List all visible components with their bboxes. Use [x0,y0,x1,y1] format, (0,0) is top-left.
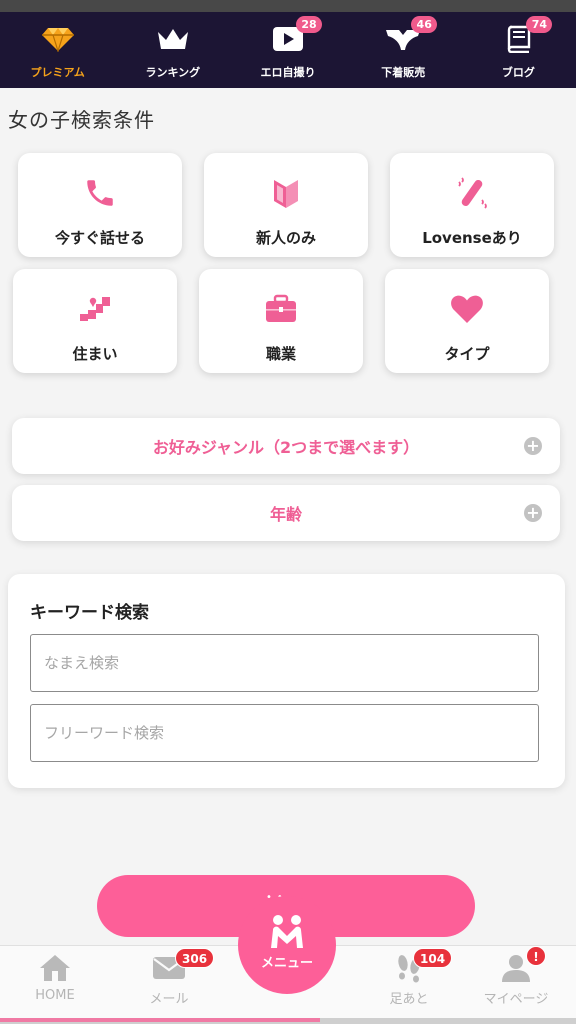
keyword-search-title: キーワード検索 [30,603,149,623]
condition-label: 新人のみ [255,229,316,247]
crown-icon [153,24,193,54]
home-icon [37,952,73,984]
nav-item-premium[interactable]: プレミアム [0,12,115,88]
underwear-icon: 46 [383,16,438,54]
condition-newcomer-button[interactable]: 新人のみ [204,153,368,257]
nav-label-selfie: エロ自撮り [260,66,316,79]
condition-label: タイプ [444,345,490,363]
briefcase-icon [261,291,301,327]
mypage-label: マイページ [483,992,549,1007]
home-label: HOME [35,988,75,1003]
status-bar [0,0,576,12]
condition-lovense-button[interactable]: Lovenseあり [390,153,554,257]
condition-label: 職業 [265,345,296,363]
search-conditions-title: 女の子検索条件 [8,108,155,132]
blog-badge: 74 [526,16,553,33]
japan-map-pin-icon [75,291,115,327]
mail-icon: 306 [151,948,215,984]
home-indicator [0,1018,576,1024]
nav-item-underwear[interactable]: 46 下着販売 [346,12,461,88]
mail-badge: 306 [175,948,215,968]
bottom-nav-mypage[interactable]: ! マイページ [466,946,566,1012]
play-video-icon: 28 [268,16,322,54]
top-nav: プレミアム ランキング 28 エロ自撮り 46 下着販売 74 ブログ [0,12,576,88]
condition-label: 今すぐ話せる [54,229,145,247]
genre-accordion-label: お好みジャンル（2つまで選べます） [152,438,420,457]
footprints-badge: 104 [413,948,453,968]
selfie-badge: 28 [296,16,322,33]
keyword-search-card: キーワード検索 [8,574,565,788]
book-icon: 74 [498,16,553,54]
condition-residence-button[interactable]: 住まい [13,269,177,373]
nav-item-selfie[interactable]: 28 エロ自撮り [230,12,345,88]
condition-label: Lovenseあり [422,229,522,247]
bottom-nav-footprints[interactable]: 104 足あと [359,948,459,1012]
vibrator-icon [452,175,492,211]
nav-label-underwear: 下着販売 [381,66,426,79]
condition-occupation-button[interactable]: 職業 [199,269,363,373]
mypage-alert-badge: ! [526,946,546,966]
diamond-icon [38,24,78,54]
phone-icon [80,175,120,211]
condition-label: 住まい [72,345,118,363]
nav-item-blog[interactable]: 74 ブログ [461,12,576,88]
people-menu-icon [267,914,307,950]
condition-type-button[interactable]: タイプ [385,269,549,373]
name-search-input[interactable] [30,634,539,692]
nav-label-blog: ブログ [501,66,535,79]
age-accordion[interactable]: 年齢 + [12,485,560,541]
mail-label: メール [149,992,189,1007]
nav-item-ranking[interactable]: ランキング [115,12,230,88]
footprints-icon: 104 [391,948,453,984]
condition-talk-now-button[interactable]: 今すぐ話せる [18,153,182,257]
plus-circle-icon: + [524,437,542,455]
bottom-nav-mail[interactable]: 306 メール [119,948,219,1012]
heart-icon [447,291,487,327]
beginner-mark-icon [266,175,306,211]
bottom-nav-menu-button[interactable]: メニュー [238,896,336,994]
user-icon: ! [498,946,546,984]
free-word-search-input[interactable] [30,704,539,762]
menu-label: メニュー [260,956,313,971]
footprints-label: 足あと [389,992,429,1007]
nav-label-premium: プレミアム [30,66,85,79]
underwear-badge: 46 [411,16,438,33]
genre-accordion[interactable]: お好みジャンル（2つまで選べます） + [12,418,560,474]
age-accordion-label: 年齢 [269,505,302,524]
nav-label-ranking: ランキング [145,66,201,79]
bottom-nav-home[interactable]: HOME [5,952,105,1012]
plus-circle-icon: + [524,504,542,522]
